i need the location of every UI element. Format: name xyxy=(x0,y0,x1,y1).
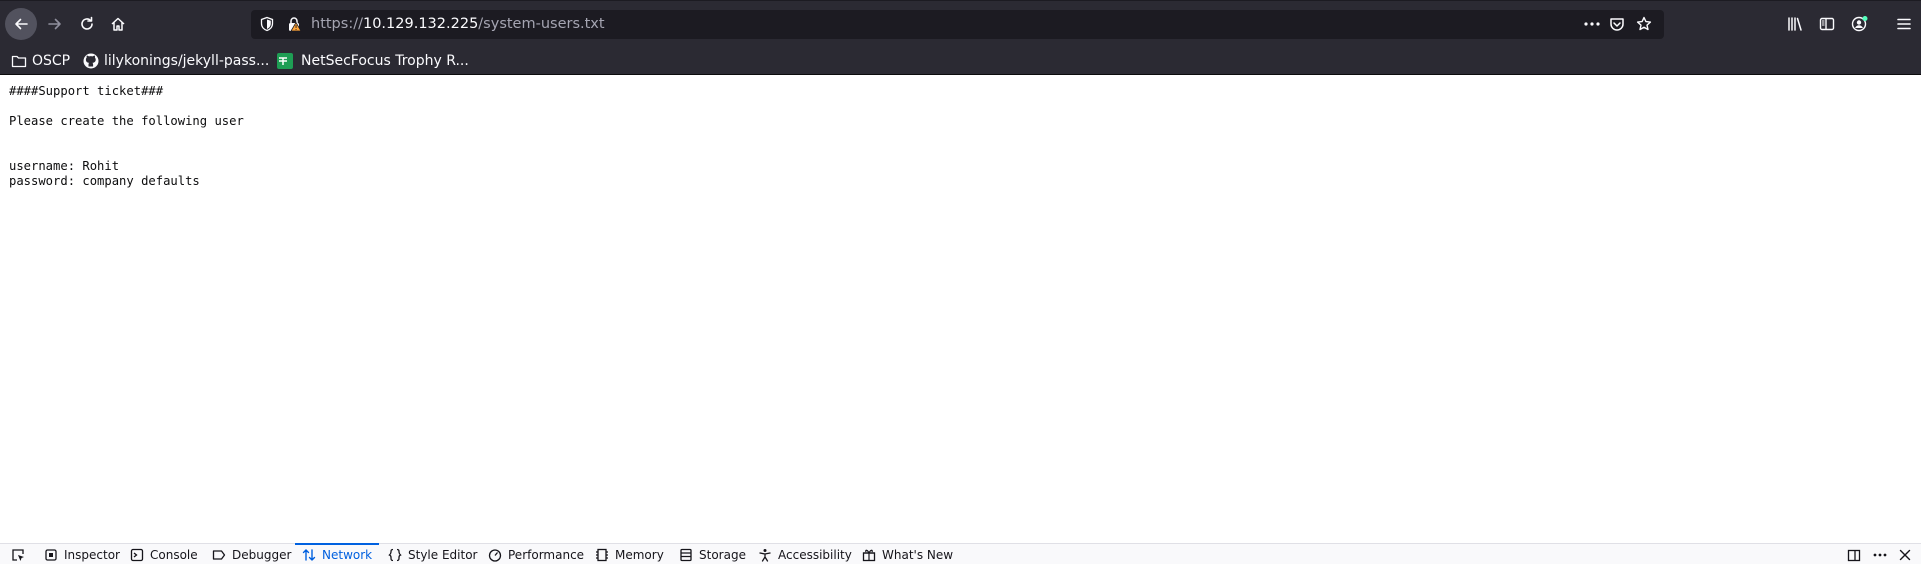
bookmark-label: OSCP xyxy=(32,53,71,69)
dock-icon xyxy=(1847,549,1861,561)
page-content: ####Support ticket### Please create the … xyxy=(0,76,1921,543)
home-button[interactable] xyxy=(103,9,133,39)
tab-accessibility[interactable]: Accessibility xyxy=(758,544,852,564)
network-icon xyxy=(302,548,316,561)
console-icon xyxy=(130,548,144,561)
element-picker-icon xyxy=(12,548,24,561)
library-button[interactable] xyxy=(1780,9,1810,39)
more-horizontal-icon xyxy=(1873,553,1887,556)
tab-style-editor[interactable]: Style Editor xyxy=(388,544,477,564)
more-horizontal-icon xyxy=(1584,22,1600,26)
back-button[interactable] xyxy=(5,8,37,40)
tab-inspector[interactable]: Inspector xyxy=(44,544,120,564)
storage-icon xyxy=(680,548,692,561)
arrow-left-icon xyxy=(15,18,28,30)
reload-button[interactable] xyxy=(72,9,102,39)
bookmarks-toolbar: OSCP lilykonings/jekyll-pass... NetSecFo… xyxy=(0,47,1921,75)
url-scheme: https:// xyxy=(311,16,363,32)
tab-label: Debugger xyxy=(232,547,292,562)
bookmark-label: lilykonings/jekyll-pass... xyxy=(104,53,270,69)
account-button[interactable] xyxy=(1845,9,1875,39)
tab-debugger[interactable]: Debugger xyxy=(212,544,291,564)
bookmark-netsecfocus[interactable]: NetSecFocus Trophy R... xyxy=(277,51,469,71)
github-icon xyxy=(83,53,99,69)
reload-icon xyxy=(81,16,93,30)
debugger-icon xyxy=(212,549,226,560)
url-path: /system-users.txt xyxy=(478,16,605,32)
tab-label: What's New xyxy=(882,547,954,562)
hamburger-menu-icon xyxy=(1897,18,1911,30)
memory-icon xyxy=(596,548,608,561)
tab-label: Storage xyxy=(699,547,746,562)
tab-performance[interactable]: Performance xyxy=(488,544,584,564)
plain-text-document: ####Support ticket### Please create the … xyxy=(9,84,244,188)
home-icon xyxy=(111,17,125,31)
account-icon xyxy=(1851,16,1868,32)
sheets-icon xyxy=(277,53,293,69)
star-icon xyxy=(1636,16,1652,31)
accessibility-icon xyxy=(759,548,771,562)
devtools-more-button[interactable] xyxy=(1872,544,1894,564)
dock-options-button[interactable] xyxy=(1847,544,1867,564)
bookmark-jekyll-pass[interactable]: lilykonings/jekyll-pass... xyxy=(83,51,269,71)
performance-icon xyxy=(488,548,502,562)
tab-label: Console xyxy=(150,547,198,562)
insecure-lock-icon[interactable] xyxy=(286,16,302,36)
tab-label: Network xyxy=(322,547,373,562)
style-editor-icon xyxy=(388,548,402,561)
element-picker-button[interactable] xyxy=(11,544,31,564)
pocket-icon xyxy=(1610,18,1624,31)
browser-toolbar: https://10.129.132.225/system-users.txt xyxy=(0,0,1921,47)
forward-button[interactable] xyxy=(40,9,70,39)
whats-new-icon xyxy=(862,549,876,561)
devtools-toolbar: Inspector Console Debugger Network Style… xyxy=(0,543,1921,564)
sidebar-icon xyxy=(1819,17,1835,31)
folder-icon xyxy=(11,55,27,68)
tab-label: Style Editor xyxy=(408,547,478,562)
tab-label: Performance xyxy=(508,547,585,562)
pocket-button[interactable] xyxy=(1609,16,1625,36)
url-bar[interactable]: https://10.129.132.225/system-users.txt xyxy=(251,10,1664,39)
tab-label: Memory xyxy=(615,547,664,562)
sidebar-toggle-button[interactable] xyxy=(1812,9,1842,39)
tab-label: Accessibility xyxy=(778,547,852,562)
library-icon xyxy=(1788,17,1802,31)
tab-console[interactable]: Console xyxy=(130,544,198,564)
bookmark-oscp-folder[interactable]: OSCP xyxy=(11,51,70,71)
url-host: 10.129.132.225 xyxy=(362,16,479,32)
tab-storage[interactable]: Storage xyxy=(679,544,746,564)
url-text[interactable]: https://10.129.132.225/system-users.txt xyxy=(311,15,605,33)
page-actions-button[interactable] xyxy=(1583,14,1601,38)
bookmark-star-button[interactable] xyxy=(1636,16,1652,36)
tab-network[interactable]: Network xyxy=(294,543,380,564)
bookmark-label: NetSecFocus Trophy R... xyxy=(301,53,469,69)
inspector-icon xyxy=(45,548,57,561)
arrow-right-icon xyxy=(48,18,61,30)
tracking-protection-shield-icon[interactable] xyxy=(259,16,275,36)
tab-label: Inspector xyxy=(64,547,120,562)
close-icon xyxy=(1899,549,1911,560)
tab-memory[interactable]: Memory xyxy=(595,544,664,564)
devtools-close-button[interactable] xyxy=(1898,544,1918,564)
tab-whats-new[interactable]: What's New xyxy=(862,544,953,564)
app-menu-button[interactable] xyxy=(1889,9,1919,39)
